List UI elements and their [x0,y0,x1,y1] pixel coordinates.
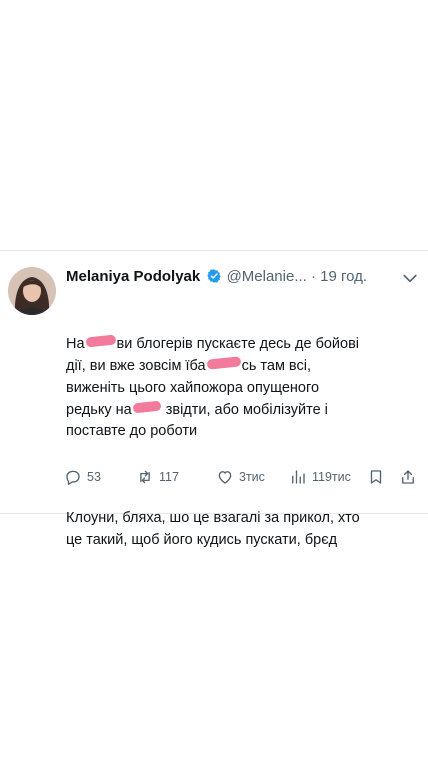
tweet-paragraph-2: Клоуни, бляха, шо це взагалі за прикол, … [66,508,411,551]
tweet-paragraph-1: На ви блогерів пускаєте десь де бойові ді… [66,334,411,443]
separator-dot: · [311,268,316,285]
text-line: виженіть цього хайпожора опущеного [66,379,320,396]
repost-count: 117 [159,470,179,484]
text-fragment: редьку на [66,401,132,418]
text-fragment: На [66,336,85,353]
tweet-actions: 53 117 3тис 119тис [64,465,416,489]
text-fragment: дії, ви вже зовсім їба [66,358,206,375]
avatar-photo [8,267,56,315]
text-fragment: ви блогерів пускаєте десь де бойові [116,336,360,353]
censor-mark [85,334,116,348]
tweet-text: На ви блогерів пускаєте десь де бойові ді… [66,291,411,595]
views-button[interactable]: 119тис [289,465,351,489]
reply-count: 53 [87,470,101,484]
share-button[interactable] [399,465,417,489]
like-button[interactable]: 3тис [216,465,265,489]
reply-icon [66,470,80,485]
like-icon [218,471,232,484]
more-icon[interactable] [400,268,420,288]
tweet-card[interactable]: Melaniya Podolyak @Melanie... · 19 год. … [0,250,428,548]
text-line: це такий, щоб його кудись пускати, брєд [66,531,338,548]
views-icon [292,470,305,484]
text-line: Клоуни, бляха, шо це взагалі за прикол, … [66,510,360,527]
text-fragment: сь там всі, [241,358,311,375]
user-handle[interactable]: @Melanie... [227,268,307,285]
text-line: поставте до роботи [66,423,198,440]
blank-area-top [0,0,428,250]
like-count: 3тис [239,470,265,484]
views-count: 119тис [312,470,351,484]
tweet-header: Melaniya Podolyak @Melanie... · 19 год. [66,266,420,288]
share-icon [402,470,414,484]
avatar[interactable] [8,267,56,315]
verified-badge-icon [207,269,222,283]
censor-mark [132,400,162,413]
censor-mark [206,356,241,370]
repost-button[interactable]: 117 [136,465,179,489]
repost-icon [140,470,150,484]
screenshot: Melaniya Podolyak @Melanie... · 19 год. … [0,0,428,761]
reply-button[interactable]: 53 [64,465,101,489]
display-name[interactable]: Melaniya Podolyak [66,268,200,285]
bookmark-button[interactable] [367,465,385,489]
text-fragment: звідти, або мобілізуйте і [161,401,328,418]
bookmark-icon [370,470,382,484]
tweet-time[interactable]: 19 год. [320,268,367,285]
